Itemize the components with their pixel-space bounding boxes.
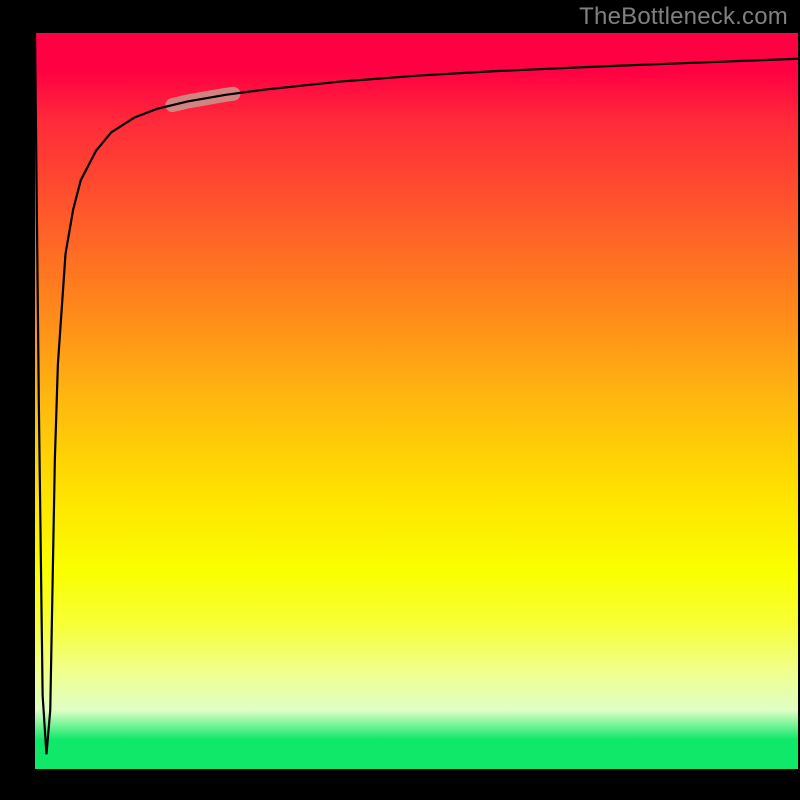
plot-area	[35, 33, 798, 769]
chart-container: TheBottleneck.com	[0, 0, 800, 800]
attribution-text: TheBottleneck.com	[579, 3, 788, 31]
